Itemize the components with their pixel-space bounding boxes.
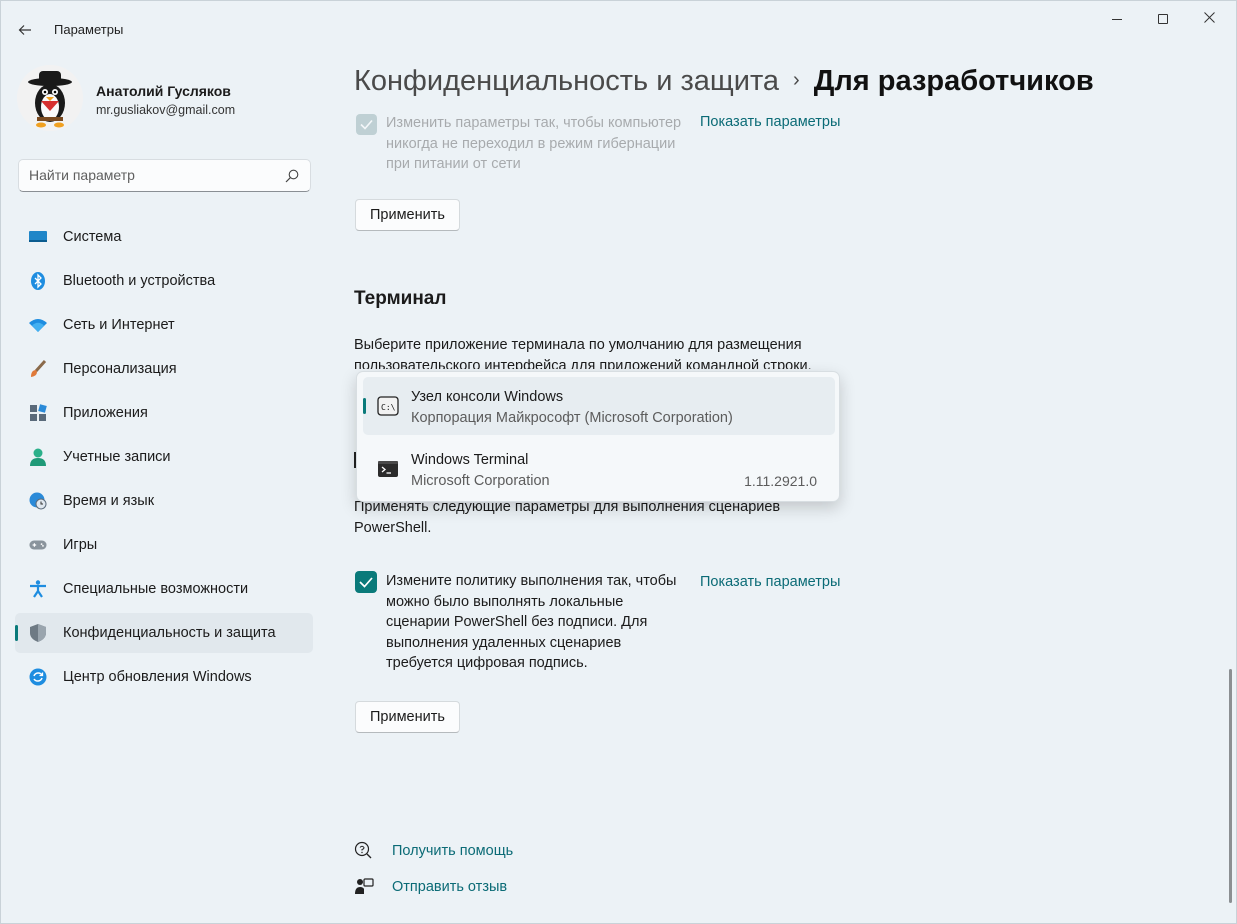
sidebar-item-accessibility[interactable]: Специальные возможности <box>15 569 313 609</box>
powershell-checkbox-label: Измените политику выполнения так, чтобы … <box>386 573 677 671</box>
minimize-button[interactable] <box>1094 1 1140 35</box>
gamepad-icon <box>29 536 47 554</box>
send-feedback-label: Отправить отзыв <box>392 879 508 895</box>
sidebar-item-windows-update[interactable]: Центр обновления Windows <box>15 657 313 697</box>
globe-clock-icon <box>29 492 47 510</box>
terminal-description: Выберите приложение терминала по умолчан… <box>354 337 812 369</box>
breadcrumb: Конфиденциальность и защита › Для разработ… <box>354 65 1094 98</box>
powershell-description: Применять следующие параметры для выполн… <box>354 499 781 536</box>
sidebar-item-label: Bluetooth и устройства <box>63 273 216 289</box>
sidebar-item-label: Приложения <box>63 405 148 421</box>
monitor-icon <box>29 228 47 246</box>
power-checkbox[interactable] <box>356 114 377 135</box>
power-show-params-link[interactable]: Показать параметры <box>700 114 840 130</box>
search-icon[interactable] <box>284 168 300 184</box>
close-button[interactable] <box>1186 1 1232 35</box>
sidebar-item-gaming[interactable]: Игры <box>15 525 313 565</box>
powershell-apply-button[interactable]: Применить <box>355 701 460 733</box>
sidebar-item-apps[interactable]: Приложения <box>15 393 313 433</box>
svg-text:C:\: C:\ <box>381 403 396 412</box>
sidebar-item-label: Специальные возможности <box>63 581 249 597</box>
get-help-link[interactable]: Получить помощь <box>354 841 513 861</box>
search-box[interactable] <box>18 159 311 192</box>
sidebar-item-bluetooth[interactable]: Bluetooth и устройства <box>15 261 313 301</box>
powershell-checkbox[interactable] <box>355 571 377 593</box>
accessibility-icon <box>29 580 47 598</box>
app-title: Параметры <box>54 22 124 37</box>
sidebar-item-label: Персонализация <box>63 361 177 377</box>
power-checkbox-label: Изменить параметры так, чтобы компьютер … <box>386 115 682 172</box>
console-host-icon: C:\ <box>377 396 399 416</box>
back-button[interactable] <box>11 15 39 43</box>
dropdown-option-console-host[interactable]: C:\ Узел консоли Windows Корпорация Майк… <box>363 377 835 435</box>
sidebar-item-label: Время и язык <box>63 493 155 509</box>
apps-icon <box>29 404 47 422</box>
maximize-button[interactable] <box>1140 1 1186 35</box>
sidebar-item-label: Система <box>63 229 122 245</box>
brush-icon <box>29 360 47 378</box>
dropdown-option-title: Узел консоли Windows <box>411 389 564 405</box>
sidebar-item-label: Игры <box>63 537 98 553</box>
avatar[interactable] <box>17 65 83 131</box>
breadcrumb-separator: › <box>793 69 800 91</box>
power-apply-button[interactable]: Применить <box>355 199 460 231</box>
terminal-section-title: Терминал <box>354 288 447 309</box>
dropdown-option-windows-terminal[interactable]: Windows Terminal Microsoft Corporation 1… <box>363 440 835 498</box>
page-title: Для разработчиков <box>813 65 1094 97</box>
sidebar-item-label: Конфиденциальность и защита <box>63 625 276 641</box>
scrollbar[interactable] <box>1229 669 1232 903</box>
person-icon <box>29 448 47 466</box>
sidebar-item-network[interactable]: Сеть и Интернет <box>15 305 313 345</box>
windows-terminal-icon <box>378 461 398 477</box>
dropdown-option-version: 1.11.2921.0 <box>744 473 817 489</box>
user-name: Анатолий Гусляков <box>96 83 231 99</box>
user-email: mr.gusliakov@gmail.com <box>96 103 236 117</box>
wifi-icon <box>29 316 47 334</box>
arrow-left-icon <box>18 25 31 36</box>
minimize-icon <box>1112 18 1122 20</box>
sidebar-item-label: Центр обновления Windows <box>63 669 252 685</box>
maximize-icon <box>1158 14 1168 25</box>
update-icon <box>29 668 47 686</box>
sidebar-item-label: Сеть и Интернет <box>63 317 175 333</box>
title-bar: Параметры <box>1 1 1236 41</box>
feedback-icon <box>355 878 374 894</box>
sidebar-nav: Система Bluetooth и устройства Сеть и Ин… <box>15 217 313 701</box>
shield-icon <box>29 624 47 642</box>
checkmark-icon <box>360 119 373 130</box>
breadcrumb-parent[interactable]: Конфиденциальность и защита <box>354 65 779 97</box>
sidebar-item-accounts[interactable]: Учетные записи <box>15 437 313 477</box>
penguin-avatar-icon <box>17 65 83 131</box>
sidebar-item-privacy-security[interactable]: Конфиденциальность и защита <box>15 613 313 653</box>
sidebar-item-time-language[interactable]: Время и язык <box>15 481 313 521</box>
close-icon <box>1203 12 1215 24</box>
help-icon <box>354 841 372 859</box>
dropdown-option-publisher: Корпорация Майкрософт (Microsoft Corpora… <box>411 410 733 426</box>
sidebar-item-label: Учетные записи <box>63 449 171 465</box>
dropdown-option-publisher: Microsoft Corporation <box>411 473 550 489</box>
search-input[interactable] <box>29 167 269 183</box>
settings-window: Параметры Анатолий Гусляков mr.gusliakov… <box>0 0 1237 924</box>
sidebar-item-system[interactable]: Система <box>15 217 313 257</box>
send-feedback-link[interactable]: Отправить отзыв <box>354 877 507 897</box>
bluetooth-icon <box>29 272 47 290</box>
terminal-dropdown[interactable]: C:\ Узел консоли Windows Корпорация Майк… <box>356 371 840 502</box>
dropdown-option-title: Windows Terminal <box>411 452 529 468</box>
get-help-label: Получить помощь <box>392 843 514 859</box>
sidebar-item-personalization[interactable]: Персонализация <box>15 349 313 389</box>
powershell-show-params-link[interactable]: Показать параметры <box>700 574 840 590</box>
checkmark-icon <box>359 577 373 588</box>
